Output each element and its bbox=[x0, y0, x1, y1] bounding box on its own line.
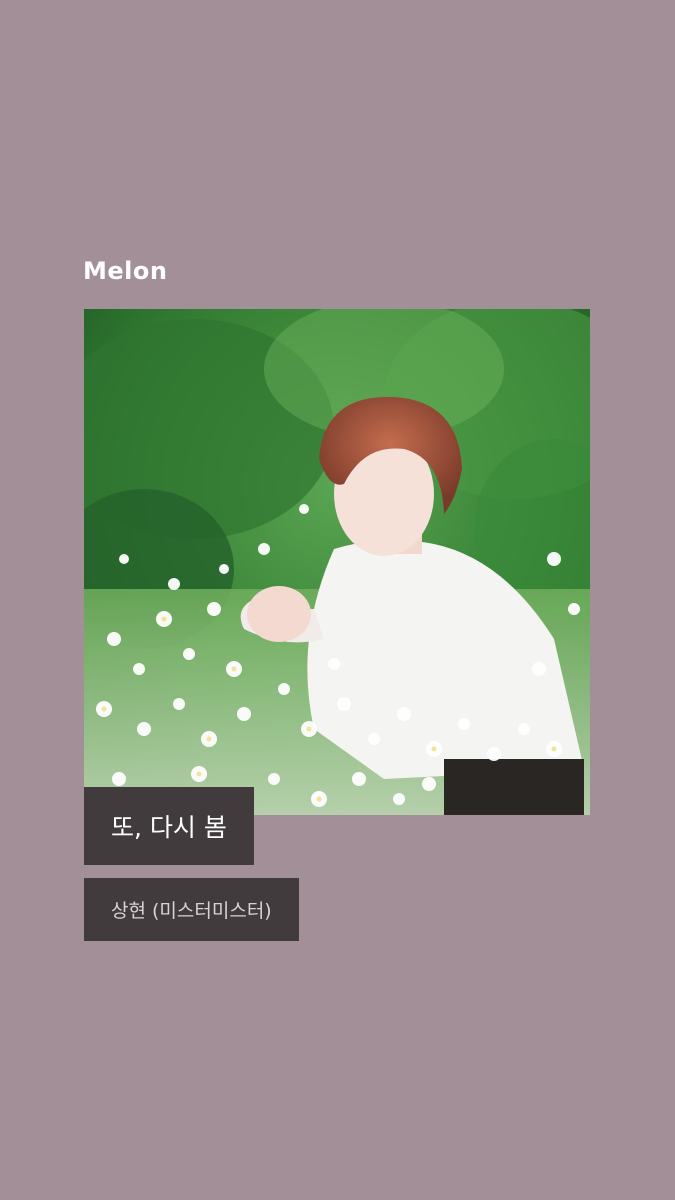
song-title: 또, 다시 봄 bbox=[84, 787, 254, 865]
melon-logo: Melon bbox=[83, 257, 168, 285]
artist-name: 상현 (미스터미스터) bbox=[84, 878, 299, 941]
album-art-image bbox=[84, 309, 590, 815]
